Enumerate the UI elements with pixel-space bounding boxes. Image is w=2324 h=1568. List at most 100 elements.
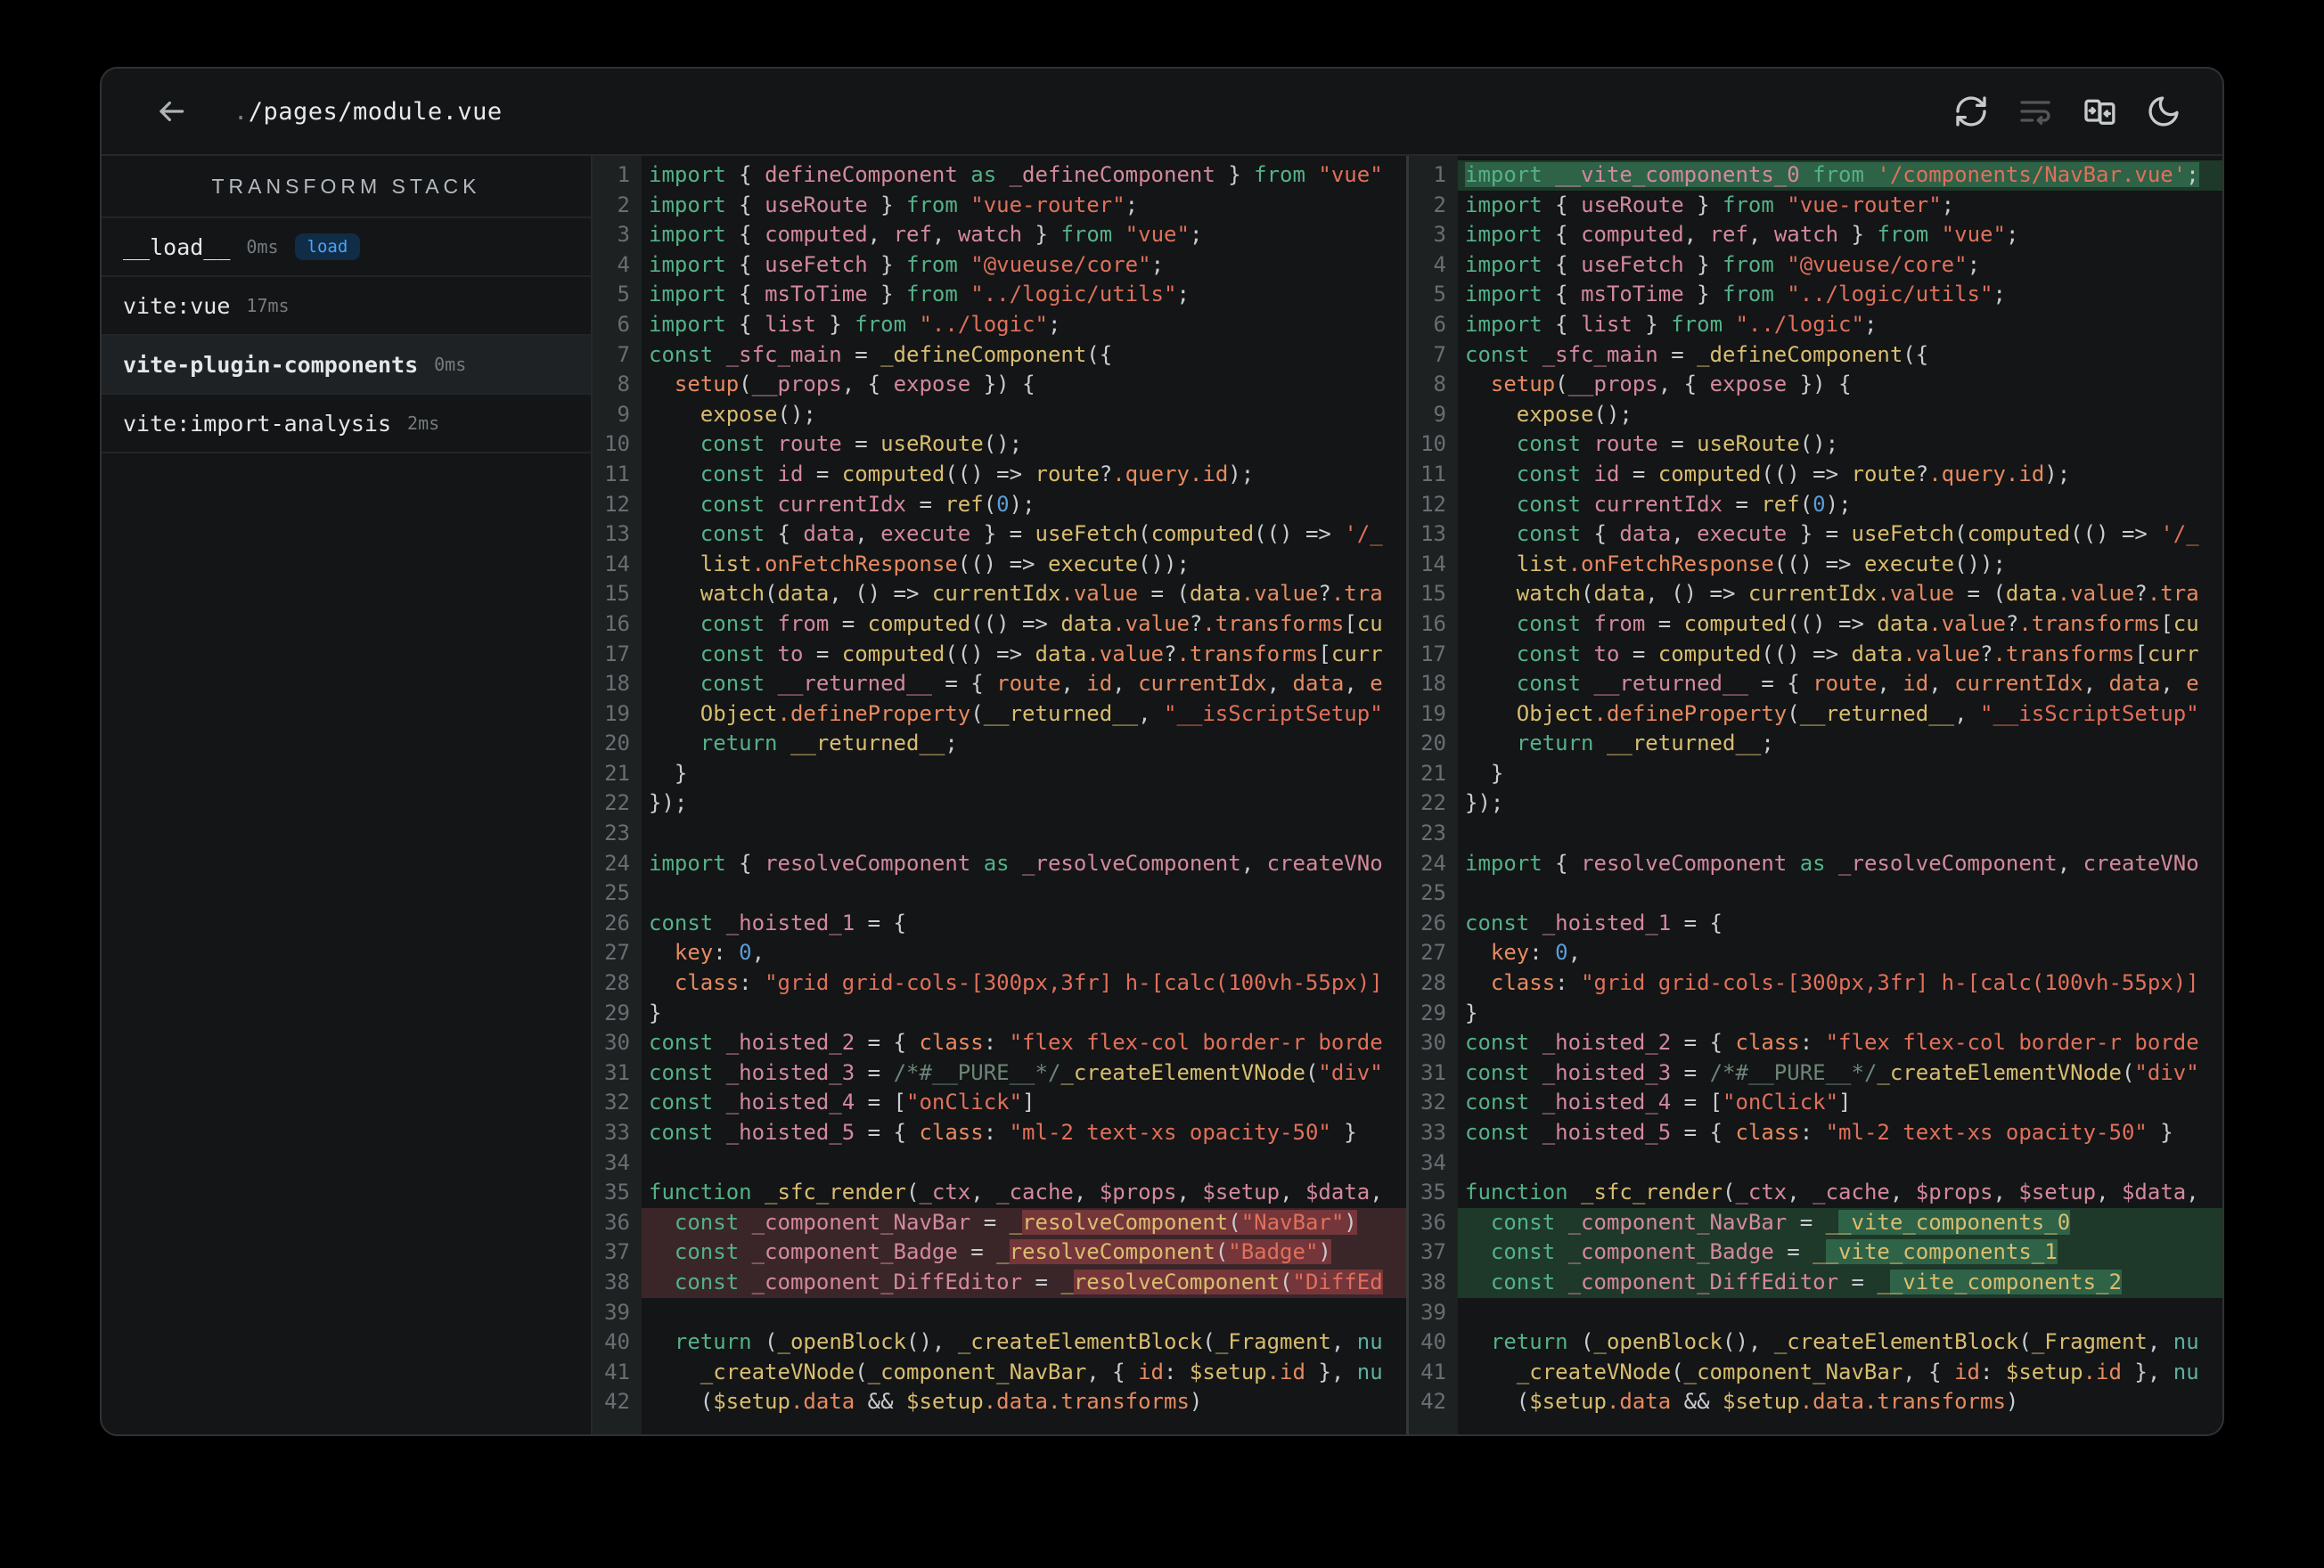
diff-view-button[interactable]: [2080, 92, 2119, 131]
code-line: 27 key: 0,: [1409, 938, 2222, 968]
line-number: 32: [1420, 1090, 1446, 1115]
line-number: 35: [1420, 1180, 1446, 1205]
line-content: const route = useRoute();: [1516, 431, 1839, 457]
line-content: import { computed, ref, watch } from "vu…: [649, 222, 1203, 248]
code-line: 17 const to = computed(() => data.value?…: [1409, 640, 2222, 670]
line-content: function _sfc_render(_ctx, _cache, $prop…: [649, 1180, 1383, 1205]
code-line: 13 const { data, execute } = useFetch(co…: [593, 519, 1406, 550]
plugin-time: 0ms: [246, 236, 279, 257]
line-content: const _component_Badge = __vite_componen…: [1458, 1237, 2222, 1268]
file-path-main: /pages/module.vue: [248, 97, 503, 126]
code-line: 39: [1409, 1298, 2222, 1328]
line-content: const _sfc_main = _defineComponent({: [649, 341, 1113, 367]
line-number: 37: [604, 1239, 630, 1265]
code-line: 7 const _sfc_main = _defineComponent({: [1409, 340, 2222, 371]
line-number: 34: [604, 1149, 630, 1175]
line-number: 5: [617, 282, 630, 307]
code-line: 42 ($setup.data && $setup.data.transform…: [1409, 1387, 2222, 1417]
line-content: const to = computed(() => data.value?.tr…: [1516, 641, 2199, 666]
code-line: 12 const currentIdx = ref(0);: [593, 490, 1406, 520]
transform-stack-item[interactable]: vite:import-analysis 2ms: [102, 395, 591, 453]
line-content: }: [649, 1000, 662, 1025]
line-wrap-button[interactable]: [2016, 92, 2055, 131]
line-content: watch(data, () => currentIdx.value = (da…: [700, 581, 1383, 607]
line-number: 30: [1420, 1030, 1446, 1056]
line-number: 36: [604, 1209, 630, 1235]
line-number: 19: [604, 700, 630, 726]
code-line: 37 const _component_Badge = _resolveComp…: [593, 1237, 1406, 1268]
transform-stack-item[interactable]: vite-plugin-components 0ms: [102, 336, 591, 395]
compare-panels-icon: [2082, 94, 2117, 129]
code-line: 13 const { data, execute } = useFetch(co…: [1409, 519, 2222, 550]
line-content: Object.defineProperty(__returned__, "__i…: [1516, 700, 2199, 726]
line-number: 16: [1420, 610, 1446, 636]
line-content: const __returned__ = { route, id, curren…: [700, 671, 1383, 697]
code-line: 41 _createVNode(_component_NavBar, { id:…: [1409, 1358, 2222, 1388]
code-line: 23: [593, 819, 1406, 849]
line-content: const _component_NavBar = _resolveCompon…: [642, 1207, 1406, 1238]
line-content: const _hoisted_1 = {: [1465, 910, 1723, 935]
code-line: 5 import { msToTime } from "../logic/util…: [593, 280, 1406, 310]
code-pane-after: 1 import __vite_components_0 from '/compo…: [1409, 156, 2222, 1434]
code-line: 11 const id = computed(() => route?.quer…: [593, 460, 1406, 490]
code-pane-before: 1 import { defineComponent as _defineComp…: [593, 156, 1406, 1434]
line-content: return (_openBlock(), _createElementBloc…: [674, 1329, 1383, 1355]
code-line: 27 key: 0,: [593, 938, 1406, 968]
code-line: 33 const _hoisted_5 = { class: "ml-2 text…: [593, 1118, 1406, 1148]
line-content: import __vite_components_0 from '/compon…: [1458, 160, 2222, 191]
code-line: 2 import { useRoute } from "vue-router";: [593, 191, 1406, 221]
line-content: const _hoisted_2 = { class: "flex flex-c…: [1465, 1030, 2199, 1056]
line-content: });: [649, 790, 688, 816]
line-content: return __returned__;: [700, 731, 958, 756]
line-content: const _component_DiffEditor = _resolveCo…: [642, 1267, 1406, 1298]
line-content: const { data, execute } = useFetch(compu…: [700, 521, 1383, 547]
code-line: 40 return (_openBlock(), _createElementB…: [1409, 1327, 2222, 1358]
line-number: 36: [1420, 1209, 1446, 1235]
code-line: 25: [593, 878, 1406, 909]
transform-stack-item[interactable]: __load__ 0ms load: [102, 218, 591, 277]
line-number: 9: [617, 401, 630, 427]
line-number: 6: [1433, 311, 1446, 337]
code-line: 15 watch(data, () => currentIdx.value = …: [1409, 579, 2222, 609]
load-badge: load: [294, 233, 361, 260]
code-line: 24 import { resolveComponent as _resolveC…: [593, 849, 1406, 879]
transform-stack-item[interactable]: vite:vue 17ms: [102, 277, 591, 336]
code-line: 25: [1409, 878, 2222, 909]
code-line: 30 const _hoisted_2 = { class: "flex flex…: [593, 1028, 1406, 1058]
line-content: const _hoisted_3 = /*#__PURE__*/_createE…: [649, 1059, 1383, 1085]
line-content: [1458, 1148, 2222, 1179]
line-content: import { resolveComponent as _resolveCom…: [649, 850, 1383, 876]
line-content: ($setup.data && $setup.data.transforms): [649, 1389, 1203, 1415]
line-number: 4: [617, 251, 630, 277]
transform-stack-list: __load__ 0ms load vite:vue 17ms vite-plugin-c…: [102, 218, 591, 453]
line-content: import { list } from "../logic";: [1465, 311, 1878, 337]
code-line: 21 }: [1409, 759, 2222, 789]
back-button[interactable]: [151, 92, 191, 131]
line-content: import { msToTime } from "../logic/utils…: [649, 282, 1190, 307]
line-number: 7: [617, 341, 630, 367]
line-content: const _hoisted_1 = {: [649, 910, 906, 935]
code-line: 40 return (_openBlock(), _createElementB…: [593, 1327, 1406, 1358]
line-content: list.onFetchResponse(() => execute());: [700, 551, 1190, 576]
line-number: 23: [604, 821, 630, 846]
line-content: expose();: [700, 401, 816, 427]
line-number: 16: [604, 610, 630, 636]
theme-toggle-button[interactable]: [2144, 92, 2183, 131]
code-line: 15 watch(data, () => currentIdx.value = …: [593, 579, 1406, 609]
line-content: const route = useRoute();: [700, 431, 1023, 457]
inspector-window: ./pages/module.vue TRANSFORM STACK __loa…: [100, 67, 2224, 1436]
code-line: 32 const _hoisted_4 = ["onClick"]: [593, 1088, 1406, 1118]
line-content: [642, 1148, 1406, 1179]
line-content: ($setup.data && $setup.data.transforms): [1465, 1389, 2019, 1415]
line-number: 24: [1420, 850, 1446, 876]
line-number: 39: [604, 1299, 630, 1325]
line-number: 7: [1433, 341, 1446, 367]
line-number: 37: [1420, 1239, 1446, 1265]
refresh-button[interactable]: [1952, 92, 1991, 131]
code-line: 3 import { computed, ref, watch } from "v…: [1409, 220, 2222, 250]
line-number: 11: [1420, 461, 1446, 486]
line-number: 17: [1420, 641, 1446, 666]
code-line: 26 const _hoisted_1 = {: [1409, 909, 2222, 939]
line-content: });: [1465, 790, 1504, 816]
line-content: import { useRoute } from "vue-router";: [1465, 192, 1955, 217]
